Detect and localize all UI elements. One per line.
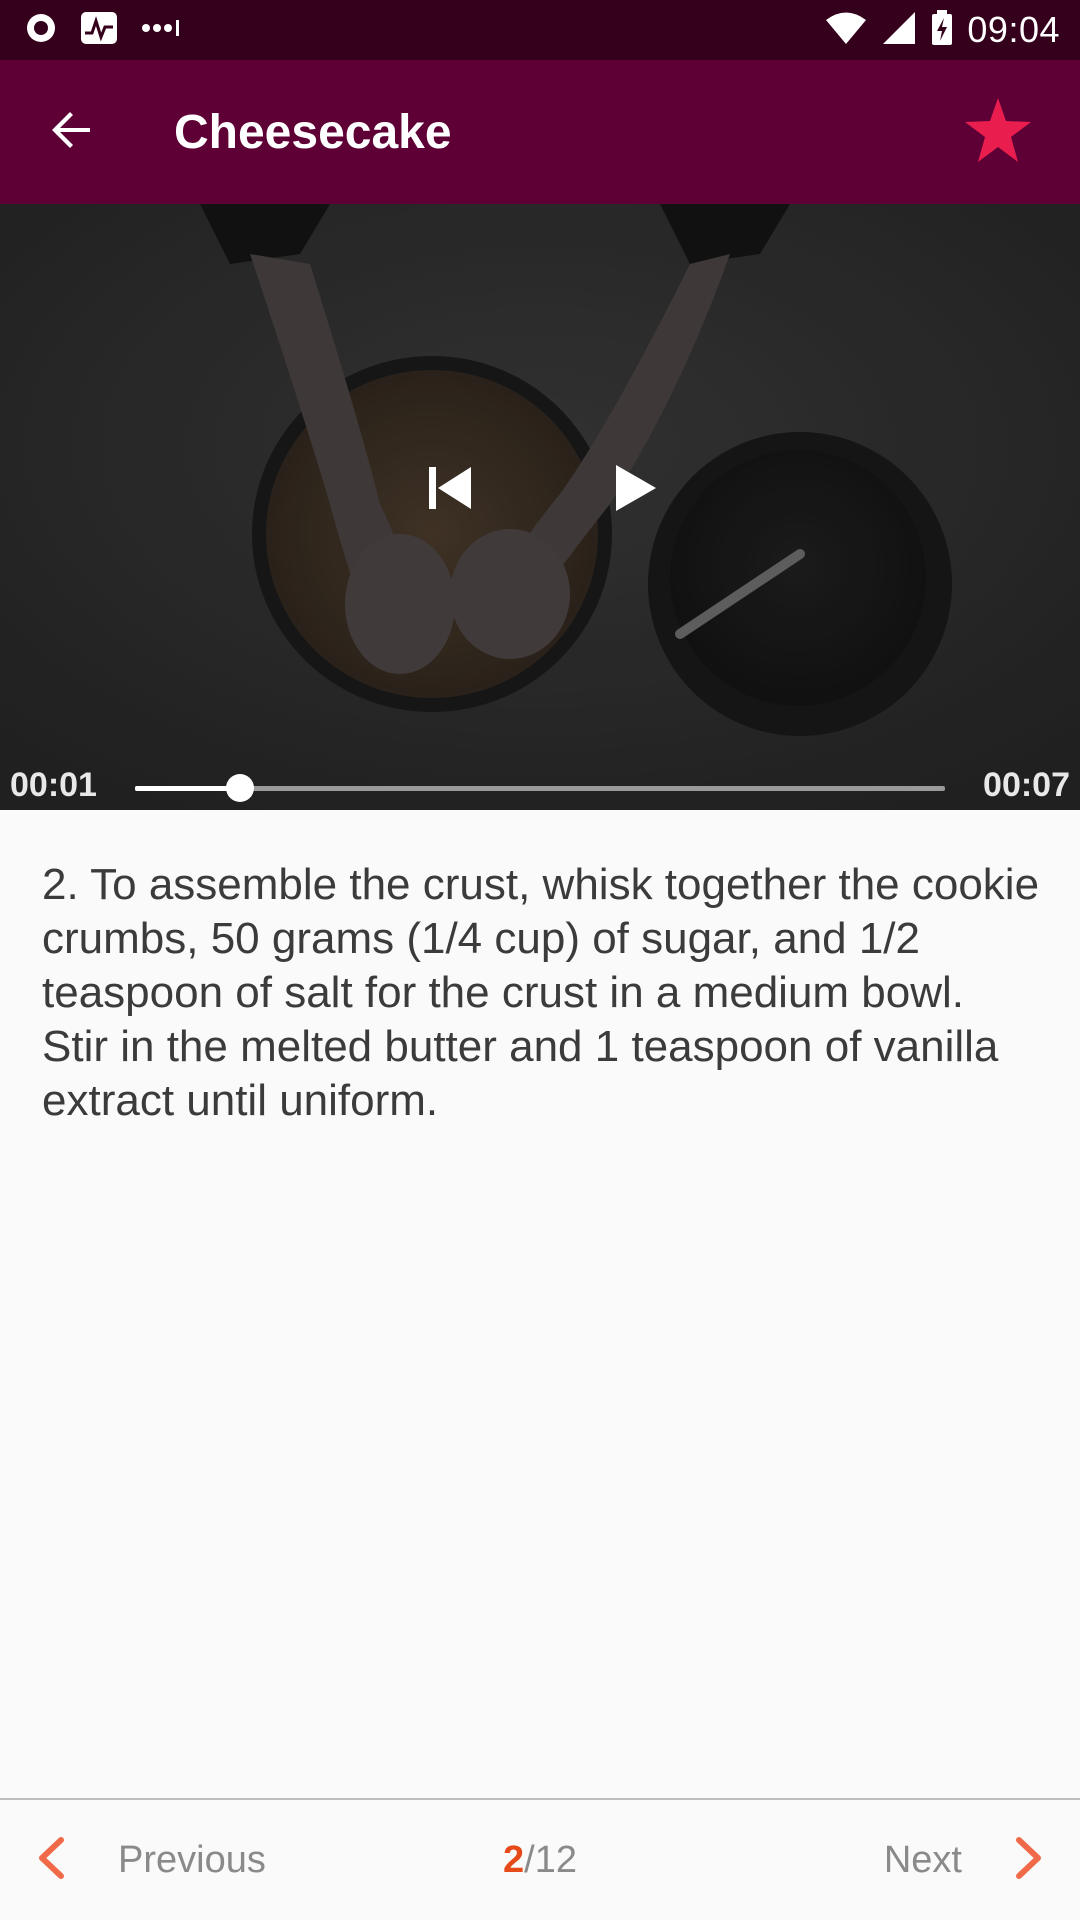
seek-track — [135, 786, 945, 791]
play-icon — [614, 463, 658, 518]
arrow-back-icon — [50, 108, 94, 157]
record-icon — [24, 11, 58, 50]
skip-previous-button[interactable] — [420, 460, 480, 520]
previous-label: Previous — [118, 1838, 266, 1881]
more-dots-icon — [140, 18, 184, 43]
step-instruction: 2. To assemble the crust, whisk together… — [42, 860, 1040, 1125]
total-steps: /12 — [524, 1838, 577, 1881]
seek-bar[interactable] — [135, 774, 945, 802]
back-button[interactable] — [32, 92, 112, 172]
next-button[interactable]: Next — [884, 1800, 1044, 1920]
status-left-icons — [24, 11, 206, 50]
favorite-button[interactable] — [950, 84, 1046, 180]
total-time: 00:07 — [983, 766, 1070, 804]
chevron-left-icon — [36, 1836, 66, 1884]
recipe-step-screen: 09:04 Cheesecake 00:01 00:07 2. To assem… — [0, 0, 1080, 1920]
next-label: Next — [883, 1838, 962, 1881]
app-bar: Cheesecake — [0, 60, 1080, 204]
wifi-icon — [825, 11, 867, 50]
page-title: Cheesecake — [174, 105, 452, 159]
current-time: 00:01 — [10, 766, 97, 804]
chevron-right-icon — [1014, 1836, 1044, 1884]
status-bar: 09:04 — [0, 0, 1080, 60]
video-player[interactable]: 00:01 00:07 — [0, 204, 1080, 810]
battery-charging-icon — [931, 9, 953, 51]
star-icon — [963, 97, 1033, 168]
cell-signal-icon — [881, 11, 917, 50]
status-right-icons: 09:04 — [811, 9, 1060, 51]
seek-progress — [135, 786, 241, 791]
status-time: 09:04 — [967, 9, 1060, 50]
current-step-number: 2 — [503, 1838, 525, 1881]
video-controls-overlay — [0, 204, 1080, 810]
activity-icon — [80, 11, 118, 50]
step-navigation: 2 /12 Previous Next — [0, 1800, 1080, 1920]
previous-button[interactable]: Previous — [36, 1800, 266, 1920]
play-button[interactable] — [604, 458, 668, 522]
skip-previous-icon — [427, 465, 473, 516]
